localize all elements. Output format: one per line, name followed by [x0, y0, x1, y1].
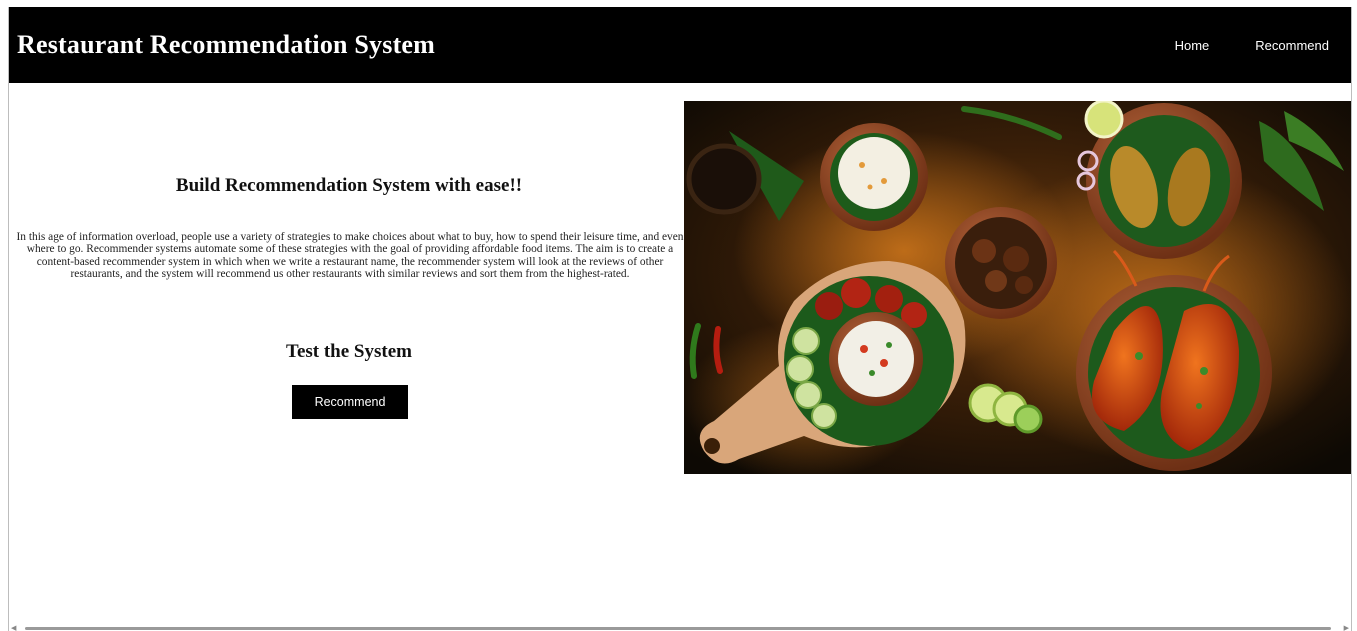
recommend-button[interactable]: Recommend: [292, 385, 408, 419]
scrollbar-thumb[interactable]: [25, 627, 1331, 630]
scroll-right-icon[interactable]: ▶: [1344, 624, 1349, 631]
nav-home-link[interactable]: Home: [1175, 38, 1210, 53]
headline: Build Recommendation System with ease!!: [175, 175, 523, 196]
intro-section: Build Recommendation System with ease!! …: [9, 83, 689, 483]
hero-food-image: [684, 101, 1351, 474]
navbar: Restaurant Recommendation System Home Re…: [9, 7, 1351, 83]
browser-viewport: Restaurant Recommendation System Home Re…: [8, 7, 1352, 631]
horizontal-scrollbar[interactable]: ◀ ▶: [9, 624, 1351, 631]
description-paragraph: In this age of information overload, peo…: [16, 231, 684, 281]
nav-recommend-link[interactable]: Recommend: [1255, 38, 1329, 53]
food-illustration: [684, 101, 1351, 474]
scroll-left-icon[interactable]: ◀: [11, 624, 16, 631]
test-system-heading: Test the System: [286, 341, 412, 362]
site-title: Restaurant Recommendation System: [17, 30, 436, 59]
nav-links: Home Recommend: [1129, 7, 1351, 83]
